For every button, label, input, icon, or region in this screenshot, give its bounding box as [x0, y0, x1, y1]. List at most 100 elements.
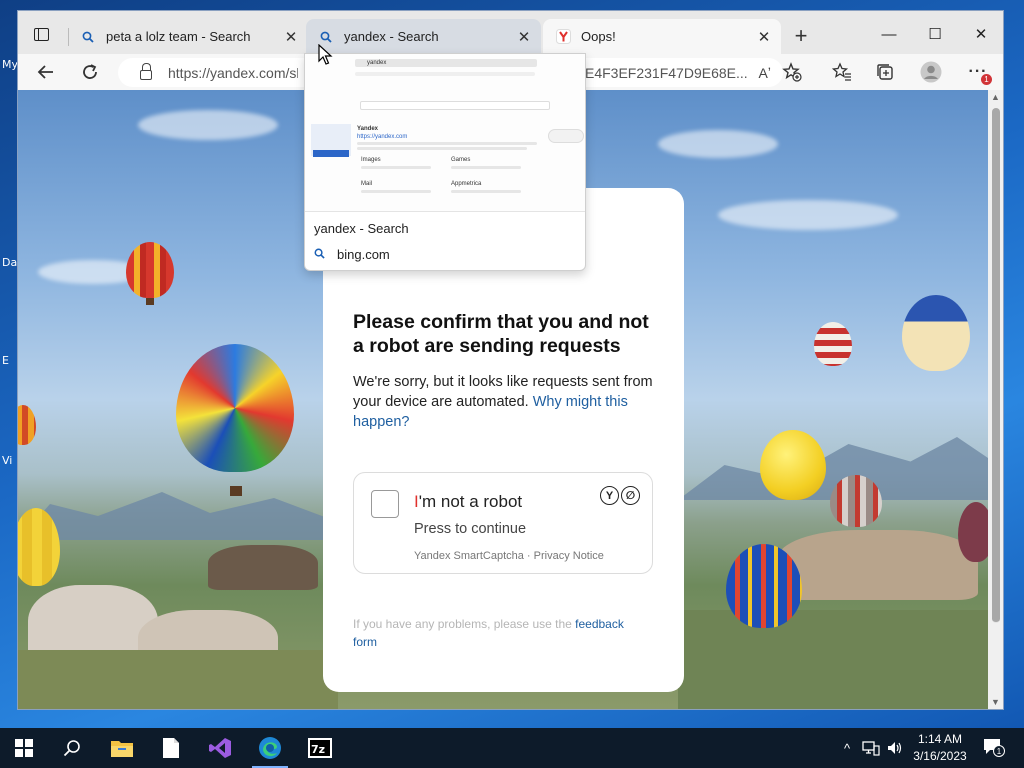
thumb-col2: Games: [451, 157, 471, 163]
search-button[interactable]: [48, 728, 96, 768]
smartcaptcha-logo: Y ∅: [600, 486, 640, 505]
minimize-button[interactable]: —: [866, 21, 912, 47]
cloud: [138, 110, 278, 140]
close-tab-icon[interactable]: ✕: [513, 26, 535, 48]
balloon-basket: [146, 298, 154, 305]
thumb-query: yandex: [367, 60, 387, 66]
tab-strip: peta a lolz team - Search ✕ yandex - Sea…: [18, 11, 1003, 54]
captcha-heading: Please confirm that you and not a robot …: [353, 311, 649, 357]
edge-taskbar-button[interactable]: [246, 728, 294, 768]
captcha-brand-line[interactable]: Yandex SmartCaptcha · Privacy Notice: [414, 550, 604, 562]
favorites-button[interactable]: [828, 58, 856, 86]
thumb-snippet: [357, 142, 537, 145]
taskbar-clock[interactable]: 1:14 AM 3/16/2023: [908, 731, 972, 765]
thumb-nav: [355, 72, 535, 76]
back-button[interactable]: [32, 58, 60, 86]
close-tab-icon[interactable]: ✕: [280, 26, 302, 48]
tab-yandex-search[interactable]: yandex - Search ✕: [306, 19, 541, 54]
folder-icon: [111, 741, 133, 757]
network-icon[interactable]: [862, 740, 880, 756]
preview-url-text: bing.com: [337, 247, 390, 262]
valley-ground: [678, 610, 988, 709]
start-button[interactable]: [0, 728, 48, 768]
notification-badge: 1: [981, 74, 992, 85]
tab-title: Oops!: [581, 29, 616, 44]
close-tab-icon[interactable]: ✕: [753, 26, 775, 48]
cloud: [658, 130, 778, 158]
thumb-col3: Mail: [361, 181, 373, 187]
tab-hover-preview[interactable]: yandex Yandex https://yandex.com Images …: [304, 53, 586, 271]
settings-more-button[interactable]: ··· 1: [964, 58, 992, 86]
refresh-icon: [83, 64, 97, 79]
search-icon: [80, 29, 96, 45]
desktop-icon-label[interactable]: Da: [2, 256, 17, 269]
visual-studio-button[interactable]: [196, 728, 244, 768]
windows-logo-icon: [15, 739, 33, 757]
captcha-description: We're sorry, but it looks like requests …: [353, 372, 653, 432]
search-icon: [318, 29, 334, 45]
scroll-up-arrow-icon[interactable]: ▲: [991, 92, 1000, 102]
checkbox-label[interactable]: I'm not a robot: [414, 492, 522, 512]
hot-air-balloon: [126, 242, 174, 298]
new-tab-button[interactable]: +: [788, 23, 814, 49]
notepad-button[interactable]: [147, 728, 195, 768]
refresh-button[interactable]: [76, 58, 104, 86]
file-explorer-button[interactable]: [98, 728, 146, 768]
scroll-down-arrow-icon[interactable]: ▼: [991, 697, 1000, 707]
volume-icon[interactable]: [886, 740, 904, 756]
read-aloud-icon[interactable]: Aʼ: [759, 65, 771, 81]
feedback-text: If you have any problems, please use the: [353, 617, 572, 631]
thumb-snippet: [357, 147, 527, 150]
add-favorite-button[interactable]: [778, 58, 806, 86]
vertical-scrollbar[interactable]: ▲ ▼: [988, 90, 1003, 709]
smartcaptcha-widget[interactable]: I'm not a robot Press to continue Yandex…: [353, 472, 653, 574]
search-icon: [314, 248, 325, 262]
feedback-note: If you have any problems, please use the…: [353, 615, 643, 651]
thumb-snippet: [451, 166, 521, 169]
edge-icon: [259, 737, 281, 759]
7zip-button[interactable]: 7z: [296, 728, 344, 768]
desktop-icon-label[interactable]: My: [2, 58, 18, 71]
preview-title: yandex - Search: [314, 221, 409, 236]
taskbar: 7z ^ 1:14 AM 3/16/2023 1: [0, 728, 1024, 768]
thumb-snippet: [361, 166, 431, 169]
svg-text:7z: 7z: [311, 743, 325, 756]
hot-air-balloon: [830, 475, 882, 527]
thumb-start-button: [313, 150, 349, 157]
hot-air-balloon: [176, 344, 294, 472]
tab-oops[interactable]: Oops! ✕: [543, 19, 781, 54]
action-center-badge: 1: [993, 745, 1005, 757]
balloon-basket: [230, 486, 242, 496]
hot-air-balloon: [814, 322, 852, 366]
tab-actions-button[interactable]: [28, 21, 54, 47]
scrollbar-thumb[interactable]: [992, 108, 1000, 623]
action-center-button[interactable]: 1: [982, 736, 1005, 758]
maximize-button[interactable]: ☐: [912, 21, 958, 47]
address-url[interactable]: https://yandex.com/sh: [168, 65, 298, 81]
mountain-range: [18, 492, 338, 540]
close-window-button[interactable]: ✕: [958, 21, 1003, 47]
thumb-side-widget: [548, 129, 584, 143]
profile-button[interactable]: [917, 58, 945, 86]
document-icon: [163, 738, 179, 758]
logo-letter-circle: ∅: [621, 486, 640, 505]
address-url-end[interactable]: E4F3EF231F47D9E68E...: [585, 65, 748, 81]
rock-formation: [208, 545, 318, 590]
tab-peta-search[interactable]: peta a lolz team - Search ✕: [68, 19, 308, 54]
thumb-result-title: Yandex: [357, 126, 379, 132]
desktop-icon-label[interactable]: Vi: [2, 454, 12, 467]
cloud: [718, 200, 898, 230]
lock-icon[interactable]: [140, 62, 152, 80]
favorites-icon: [832, 62, 851, 81]
desktop-icon-label[interactable]: E: [2, 354, 9, 367]
checkbox-label-rest: 'm not a robot: [418, 492, 523, 511]
valley-ground: [18, 650, 338, 709]
robot-checkbox[interactable]: [371, 490, 399, 518]
thumb-result-url: https://yandex.com: [357, 134, 408, 140]
collections-button[interactable]: [871, 58, 899, 86]
hot-air-balloon: [726, 544, 802, 628]
chevron-up-icon[interactable]: ^: [838, 741, 856, 756]
star-add-icon: [782, 62, 802, 82]
thumb-col1: Images: [361, 157, 381, 163]
7zip-icon: 7z: [308, 738, 332, 758]
